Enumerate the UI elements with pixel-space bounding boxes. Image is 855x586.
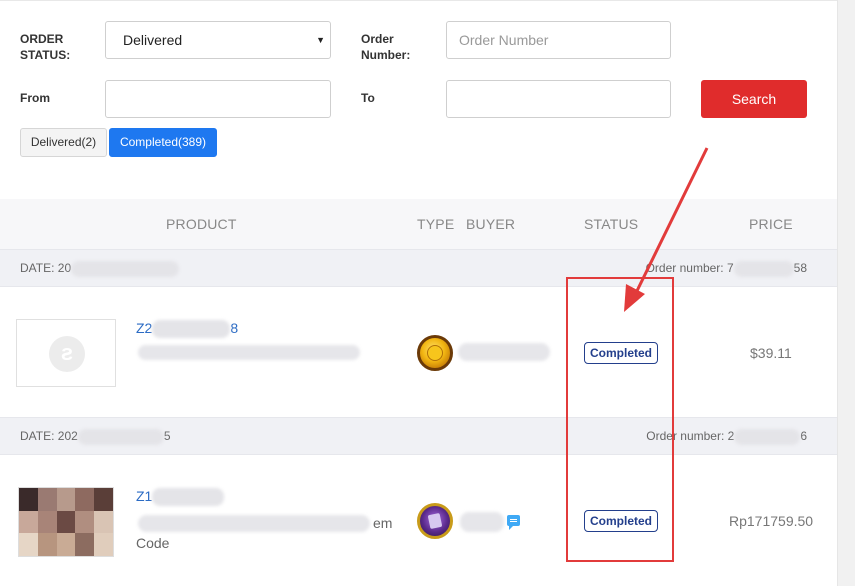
order-group-header: DATE: 20 Order number: 7 58 (0, 249, 837, 287)
order-number-text: Order number: 7 (645, 261, 734, 275)
redacted-product-description (138, 515, 370, 532)
order-date: DATE: 202 5 (20, 418, 171, 454)
tab-completed[interactable]: Completed(389) (109, 128, 217, 157)
order-date-suffix: 5 (163, 429, 171, 443)
chevron-down-icon: ▼ (316, 35, 325, 45)
product-name-end: 8 (230, 320, 239, 336)
search-button[interactable]: Search (701, 80, 807, 118)
scrollbar[interactable] (837, 0, 855, 586)
product-logo-icon (49, 336, 85, 372)
order-number-input[interactable] (446, 21, 671, 59)
column-buyer: BUYER (466, 216, 516, 232)
order-price: $39.11 (750, 345, 792, 361)
redacted-date (77, 428, 164, 445)
order-group-header: DATE: 202 5 Order number: 26 (0, 417, 837, 455)
redacted-product-description (138, 345, 360, 360)
from-label: From (20, 91, 50, 105)
order-status-select[interactable]: Delivered ▼ (105, 21, 331, 59)
order-number-suffix: 6 (800, 429, 807, 443)
tab-delivered[interactable]: Delivered(2) (20, 128, 107, 157)
product-thumbnail[interactable] (16, 319, 116, 387)
redacted-date (71, 260, 180, 277)
redacted-order-number (733, 260, 794, 277)
redacted-product-name (152, 488, 225, 507)
column-type: TYPE (417, 216, 455, 232)
gold-coin-icon (417, 335, 453, 371)
from-date-input[interactable] (105, 80, 331, 118)
product-description-line2: Code (136, 535, 170, 551)
column-product: PRODUCT (166, 216, 237, 232)
product-name-start: Z2 (136, 320, 153, 336)
redacted-product-name (152, 320, 231, 339)
order-date-text: DATE: 20 (20, 261, 72, 275)
chat-icon[interactable] (507, 515, 520, 530)
purple-gem-icon (417, 503, 453, 539)
redacted-order-number (734, 428, 801, 445)
to-date-input[interactable] (446, 80, 671, 118)
order-price: Rp171759.50 (729, 513, 814, 529)
table-header: PRODUCT TYPE BUYER STATUS PRICE (0, 199, 837, 249)
orders-page: ORDER STATUS: Delivered ▼ Order Number: … (0, 0, 837, 586)
order-status-value: Delivered (123, 32, 183, 48)
annotation-highlight-box (566, 277, 674, 562)
order-date-text: DATE: 202 (20, 429, 78, 443)
order-number-label: Order Number: (361, 32, 411, 62)
product-name-link[interactable]: Z1 (136, 488, 225, 507)
order-number-suffix: 58 (793, 261, 807, 275)
to-label: To (361, 91, 375, 105)
product-description-end: em (373, 515, 393, 531)
product-name-start: Z1 (136, 488, 153, 504)
redacted-buyer (460, 512, 504, 532)
column-price: PRICE (749, 216, 793, 232)
product-name-link[interactable]: Z2 8 (136, 320, 239, 339)
column-status: STATUS (584, 216, 639, 232)
order-date: DATE: 20 (20, 250, 180, 286)
product-thumbnail-pixelated[interactable] (18, 487, 114, 557)
top-divider (0, 0, 837, 1)
redacted-buyer (458, 343, 550, 361)
order-status-label: ORDER STATUS: (20, 32, 71, 62)
